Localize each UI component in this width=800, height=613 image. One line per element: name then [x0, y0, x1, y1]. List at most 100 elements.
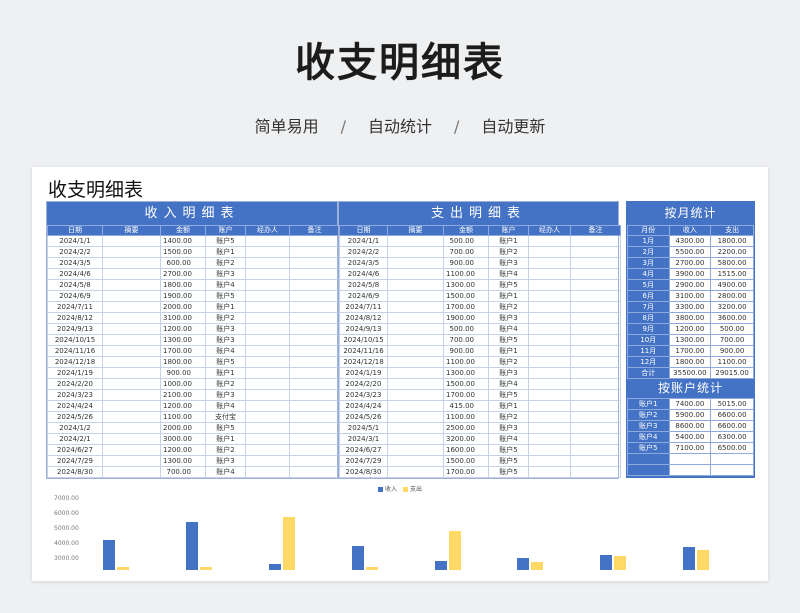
- expense-column-header: 账户: [488, 225, 529, 236]
- y-tick-label: 4000.00: [54, 540, 79, 548]
- monthly-column-header: 月份: [627, 225, 670, 236]
- expense-bar: [448, 530, 461, 570]
- expense-cell: 2024/9/13: [339, 323, 388, 335]
- expense-row: 2024/2/2 700.00 账户2: [339, 246, 621, 258]
- income-row: 2024/6/27 1200.00 账户2: [47, 444, 340, 456]
- monthly-month-cell: 6月: [627, 290, 670, 302]
- expense-cell: 账户1: [488, 290, 529, 302]
- income-cell: 1200.00: [160, 400, 206, 412]
- income-cell: [289, 389, 340, 401]
- y-tick-label: 6000.00: [54, 510, 79, 518]
- expense-cell: 账户1: [488, 345, 529, 357]
- income-cell: [245, 367, 290, 379]
- expense-cell: 900.00: [443, 257, 489, 269]
- expense-cell: [387, 301, 444, 313]
- monthly-expense-cell: 1515.00: [710, 268, 754, 280]
- income-cell: 2024/12/18: [47, 356, 103, 368]
- account-expense-cell: 5015.00: [710, 398, 754, 410]
- expense-cell: 900.00: [443, 345, 489, 357]
- expense-cell: [570, 235, 621, 247]
- income-row: 2024/8/12 3100.00 账户2: [47, 312, 340, 324]
- income-cell: 2024/8/30: [47, 466, 103, 478]
- income-cell: 2100.00: [160, 389, 206, 401]
- monthly-income-cell: 1300.00: [668, 334, 712, 346]
- expense-cell: [528, 312, 571, 324]
- monthly-income-cell: 3100.00: [668, 290, 712, 302]
- monthly-row: 4月 3900.00 1515.00: [627, 268, 754, 280]
- income-cell: [102, 400, 161, 412]
- expense-cell: [387, 389, 444, 401]
- income-cell: 账户1: [205, 433, 246, 445]
- income-cell: [102, 279, 161, 291]
- income-cell: [102, 422, 161, 434]
- expense-cell: [570, 400, 621, 412]
- monthly-month-cell: 合计: [627, 367, 670, 379]
- expense-cell: 1600.00: [443, 444, 489, 456]
- expense-cell: 415.00: [443, 400, 489, 412]
- expense-cell: [528, 422, 571, 434]
- expense-cell: [570, 389, 621, 401]
- expense-cell: 1100.00: [443, 411, 489, 423]
- income-cell: 2000.00: [160, 422, 206, 434]
- expense-cell: 2024/6/9: [339, 290, 388, 302]
- hero-separator: /: [340, 117, 346, 136]
- expense-cell: [528, 389, 571, 401]
- income-cell: 1000.00: [160, 378, 206, 390]
- expense-bar: [365, 567, 378, 570]
- income-cell: 2024/10/15: [47, 334, 103, 346]
- expense-cell: 700.00: [443, 334, 489, 346]
- income-cell: 2024/3/23: [47, 389, 103, 401]
- expense-cell: 账户3: [488, 312, 529, 324]
- income-cell: 2024/1/2: [47, 422, 103, 434]
- income-cell: 账户1: [205, 246, 246, 258]
- income-cell: [289, 455, 340, 467]
- income-cell: [245, 334, 290, 346]
- income-row: 2024/11/16 1700.00 账户4: [47, 345, 340, 357]
- account-row: 账户2 5900.00 6600.00: [627, 409, 754, 421]
- monthly-expense-cell: 3600.00: [710, 312, 754, 324]
- income-cell: [245, 455, 290, 467]
- income-cell: 2024/1/1: [47, 235, 103, 247]
- expense-row: 2024/12/18 1100.00 账户2: [339, 356, 621, 368]
- expense-cell: 2024/12/18: [339, 356, 388, 368]
- expense-cell: [528, 279, 571, 291]
- expense-cell: 3200.00: [443, 433, 489, 445]
- income-cell: 账户2: [205, 312, 246, 324]
- income-cell: [245, 235, 290, 247]
- income-cell: [245, 246, 290, 258]
- expense-bar: [614, 556, 627, 570]
- accounts-table: 账户1 7400.00 5015.00 账户2 5900.00 6600.00 账户3 860…: [627, 398, 754, 476]
- account-row: 账户4 5400.00 6300.00: [627, 431, 754, 443]
- expense-row: 2024/5/26 1100.00 账户2: [339, 411, 621, 423]
- expense-row: 2024/3/1 3200.00 账户4: [339, 433, 621, 445]
- expense-cell: 账户3: [488, 257, 529, 269]
- expense-cell: 2024/8/12: [339, 312, 388, 324]
- expense-cell: [570, 367, 621, 379]
- income-column-header: 账户: [205, 225, 246, 236]
- account-name-cell: [627, 464, 670, 476]
- income-cell: [289, 411, 340, 423]
- expense-cell: 账户2: [488, 246, 529, 258]
- y-tick-label: 7000.00: [54, 495, 79, 503]
- expense-cell: 账户5: [488, 444, 529, 456]
- monthly-expense-cell: 1100.00: [710, 356, 754, 368]
- expense-row: 2024/1/19 1300.00 账户3: [339, 367, 621, 379]
- account-expense-cell: [710, 453, 754, 465]
- expense-cell: [387, 290, 444, 302]
- income-cell: [102, 345, 161, 357]
- expense-cell: 1900.00: [443, 312, 489, 324]
- account-name-cell: 账户2: [627, 409, 670, 421]
- income-row: 2024/1/2 2000.00 账户5: [47, 422, 340, 434]
- income-cell: 账户4: [205, 400, 246, 412]
- expense-cell: [387, 378, 444, 390]
- expense-cell: 账户3: [488, 367, 529, 379]
- income-cell: [102, 290, 161, 302]
- expense-cell: 账户2: [488, 356, 529, 368]
- income-cell: 2024/4/24: [47, 400, 103, 412]
- income-cell: [289, 312, 340, 324]
- income-cell: [289, 422, 340, 434]
- account-income-cell: [668, 464, 712, 476]
- expense-cell: [387, 400, 444, 412]
- monthly-month-cell: 5月: [627, 279, 670, 291]
- income-cell: [245, 356, 290, 368]
